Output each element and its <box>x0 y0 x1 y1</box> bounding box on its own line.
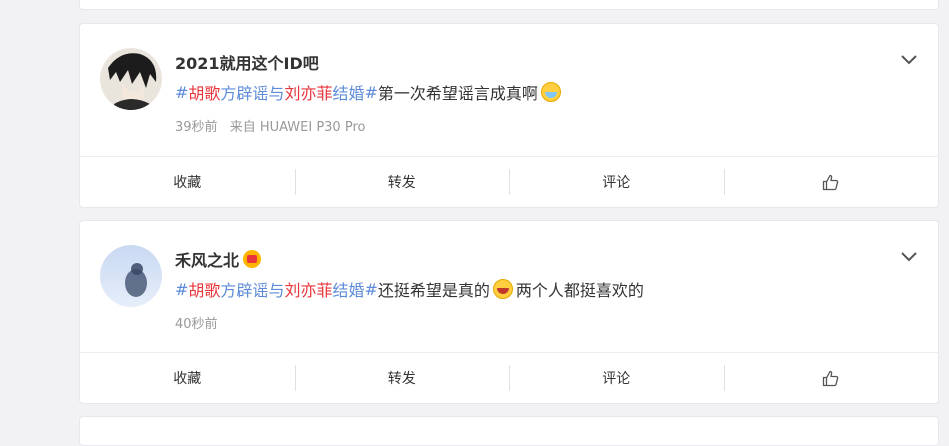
username[interactable]: 禾风之北 <box>175 247 262 271</box>
topic-part-3[interactable]: 刘亦菲 <box>284 277 332 301</box>
topic-part-2[interactable]: 方辟谣与 <box>220 80 284 104</box>
topic-part-4[interactable]: 结婚 <box>332 80 364 104</box>
topic-hash-close[interactable]: # <box>364 83 377 102</box>
action-bar: 收藏 转发 评论 <box>80 156 938 207</box>
post-content: # 胡歌 方辟谣与 刘亦菲 结婚 # 第一次希望谣言成真啊 <box>175 80 564 104</box>
previous-post-card <box>79 0 939 10</box>
collect-button[interactable]: 收藏 <box>80 353 295 403</box>
like-button[interactable] <box>723 353 939 403</box>
avatar[interactable] <box>100 48 162 110</box>
topic-hash-close[interactable]: # <box>364 280 377 299</box>
post-meta: 39秒前 来自 HUAWEI P30 Pro <box>175 116 365 135</box>
post-meta: 40秒前 <box>175 313 218 332</box>
post-text: 第一次希望谣言成真啊 <box>377 84 538 103</box>
topic-hash-open[interactable]: # <box>175 83 188 102</box>
topic-part-1[interactable]: 胡歌 <box>188 277 220 301</box>
topic-part-1[interactable]: 胡歌 <box>188 80 220 104</box>
repost-label: 转发 <box>387 371 416 387</box>
avatar[interactable] <box>100 245 162 307</box>
topic-part-2[interactable]: 方辟谣与 <box>220 277 284 301</box>
comment-label: 评论 <box>602 175 631 191</box>
repost-label: 转发 <box>387 175 416 191</box>
repost-button[interactable]: 转发 <box>294 353 510 403</box>
post-time[interactable]: 40秒前 <box>175 317 218 332</box>
like-button[interactable] <box>723 157 939 207</box>
thumbs-up-icon <box>823 370 839 386</box>
action-bar: 收藏 转发 评论 <box>80 352 938 403</box>
collect-button[interactable]: 收藏 <box>80 157 295 207</box>
next-post-card <box>79 416 939 446</box>
post-time[interactable]: 39秒前 <box>175 120 218 135</box>
comment-button[interactable]: 评论 <box>509 157 724 207</box>
repost-button[interactable]: 转发 <box>294 157 510 207</box>
post-content: # 胡歌 方辟谣与 刘亦菲 结婚 # 还挺希望是真的 两个人都挺喜欢的 <box>175 277 644 301</box>
collect-label: 收藏 <box>173 371 202 387</box>
chevron-down-icon[interactable] <box>900 52 918 66</box>
topic-part-3[interactable]: 刘亦菲 <box>284 80 332 104</box>
topic-hash-open[interactable]: # <box>175 280 188 299</box>
comment-label: 评论 <box>602 371 631 387</box>
username-text[interactable]: 2021就用这个ID吧 <box>175 50 319 74</box>
post-card: 禾风之北 # 胡歌 方辟谣与 刘亦菲 结婚 # 还挺希望是真的 两个人都挺喜欢的… <box>79 220 939 404</box>
post-text-after: 两个人都挺喜欢的 <box>515 281 644 300</box>
chevron-down-icon[interactable] <box>900 249 918 263</box>
post-source: 来自 HUAWEI P30 Pro <box>229 120 366 135</box>
comment-button[interactable]: 评论 <box>509 353 724 403</box>
thumbs-up-icon <box>823 174 839 190</box>
laughing-face-emoji-icon <box>492 279 513 299</box>
username-text[interactable]: 禾风之北 <box>175 247 239 271</box>
post-card: 2021就用这个ID吧 # 胡歌 方辟谣与 刘亦菲 结婚 # 第一次希望谣言成真… <box>79 23 939 208</box>
crying-face-emoji-icon <box>540 82 561 102</box>
crown-badge-icon[interactable] <box>243 250 262 268</box>
post-text: 还挺希望是真的 <box>377 281 490 300</box>
topic-part-4[interactable]: 结婚 <box>332 277 364 301</box>
username[interactable]: 2021就用这个ID吧 <box>175 50 319 74</box>
collect-label: 收藏 <box>173 175 202 191</box>
